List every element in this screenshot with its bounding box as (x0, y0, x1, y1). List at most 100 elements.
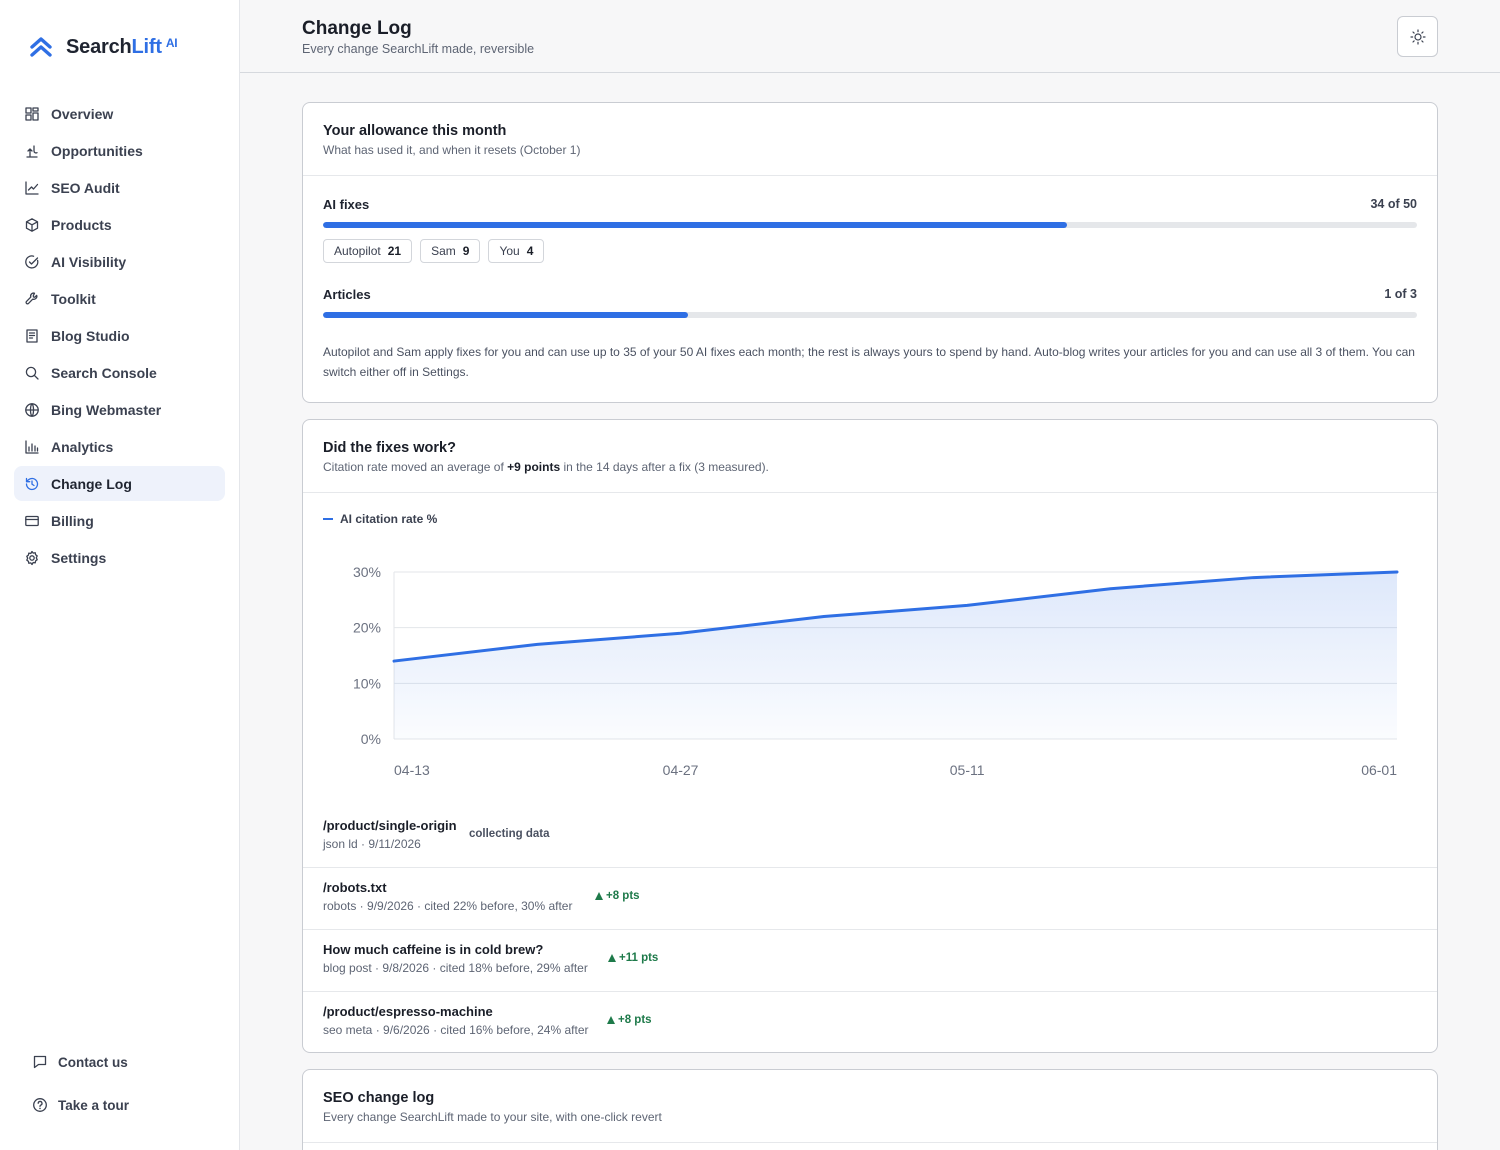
sidebar: SearchLift AI Overview Opportunities SEO Au… (0, 0, 240, 1150)
up-arrow-icon (607, 1016, 615, 1024)
bar-chart-icon (25, 439, 39, 454)
fix-target: /robots.txt (323, 880, 387, 895)
page-header: Change Log Every change SearchLift made,… (240, 0, 1500, 73)
fixes-card-header: Did the fixes work? Citation rate moved … (303, 420, 1437, 493)
badge-text: +11 pts (619, 952, 659, 964)
fixes-subtitle: Citation rate moved an average of +9 poi… (323, 460, 769, 474)
fix-result-row[interactable]: /product/espresso-machine seo meta · 9/6… (303, 992, 1437, 1052)
legend-label: AI citation rate % (340, 512, 438, 526)
sidebar-item-label: Toolkit (51, 290, 96, 307)
sidebar-item-products[interactable]: Products (14, 207, 225, 242)
sidebar-item-seo-audit[interactable]: SEO Audit (14, 170, 225, 205)
y-tick-label: 10% (353, 675, 381, 691)
ai-fixes-progress-fill (323, 222, 1067, 228)
allowance-note: Autopilot and Sam apply fixes for you an… (323, 345, 1415, 379)
chart-legend[interactable]: AI citation rate % (323, 512, 437, 526)
fix-result-row[interactable]: /robots.txt robots · 9/9/2026 · cited 22… (303, 868, 1437, 930)
sidebar-item-label: Change Log (51, 475, 132, 492)
fix-delta-badge: +8 pts (595, 890, 640, 902)
page-subtitle: Every change SearchLift made, reversible (302, 42, 535, 56)
sidebar-item-label: AI Visibility (51, 253, 127, 270)
badge-text: +8 pts (618, 1014, 652, 1026)
articles-progress (323, 312, 1417, 318)
x-tick-label: 04-27 (663, 762, 699, 778)
fix-results-list: /product/single-origin json ld · 9/11/20… (303, 806, 1437, 1052)
fix-result-row[interactable]: /product/single-origin json ld · 9/11/20… (303, 806, 1437, 868)
opportunities-icon (26, 144, 38, 158)
fix-delta-badge: +11 pts (608, 952, 658, 964)
seo-log-header: SEO change log Every change SearchLift m… (303, 1070, 1437, 1143)
sidebar-item-label: Products (51, 216, 112, 233)
y-tick-label: 30% (353, 564, 381, 580)
fix-result-row[interactable]: How much caffeine is in cold brew? blog … (303, 930, 1437, 992)
breakdown-chip-sam: Sam 9 (420, 239, 481, 263)
fix-delta-badge: +8 pts (607, 1014, 652, 1026)
sidebar-item-analytics[interactable]: Analytics (14, 429, 225, 464)
card-icon (25, 515, 39, 526)
sidebar-item-label: Search Console (51, 364, 157, 381)
history-icon (25, 477, 39, 490)
x-tick-label: 05-11 (950, 762, 985, 778)
sidebar-item-label: Overview (51, 105, 114, 122)
seo-log-subtitle: Every change SearchLift made to your sit… (323, 1110, 662, 1124)
fix-meta: blog post · 9/8/2026 · cited 18% before,… (323, 961, 588, 975)
sun-icon (1409, 28, 1426, 45)
sidebar-item-opportunities[interactable]: Opportunities (14, 133, 225, 168)
line-chart-icon (25, 180, 39, 195)
sidebar-item-bing-webmaster[interactable]: Bing Webmaster (14, 392, 225, 427)
sidebar-item-settings[interactable]: Settings (14, 540, 225, 575)
take-a-tour-link[interactable]: Take a tour (32, 1093, 129, 1117)
ai-fixes-value: 34 of 50 (1370, 197, 1417, 211)
chip-count: 4 (526, 244, 534, 258)
up-arrow-icon (595, 892, 603, 900)
citation-rate-chart: 0% 10% 20% 30% 04-13 04-27 05-11 06-01 (353, 564, 1399, 778)
page-title: Change Log (302, 18, 412, 39)
x-tick-label: 04-13 (394, 762, 430, 778)
ai-fixes-row: AI fixes 34 of 50 (323, 197, 1417, 212)
sidebar-item-label: Opportunities (51, 142, 143, 159)
document-icon (26, 328, 38, 343)
brand-name: SearchLift AI (66, 35, 178, 58)
sidebar-item-blog-studio[interactable]: Blog Studio (14, 318, 225, 353)
sidebar-nav: Overview Opportunities SEO Audit Products AI… (14, 96, 225, 577)
theme-toggle-button[interactable] (1397, 16, 1438, 57)
sidebar-item-label: Billing (51, 512, 94, 529)
sidebar-item-search-console[interactable]: Search Console (14, 355, 225, 390)
sidebar-item-billing[interactable]: Billing (14, 503, 225, 538)
sidebar-item-ai-visibility[interactable]: AI Visibility (14, 244, 225, 279)
series-area (394, 572, 1397, 739)
breakdown-chip-you: You 4 (488, 239, 545, 263)
sidebar-item-change-log[interactable]: Change Log (14, 466, 225, 501)
allowance-card: Your allowance this month What has used … (302, 102, 1438, 403)
box-icon (25, 217, 39, 232)
chip-count: 9 (462, 244, 470, 258)
sidebar-item-overview[interactable]: Overview (14, 96, 225, 131)
chat-icon (33, 1055, 47, 1069)
sidebar-item-label: Analytics (51, 438, 114, 455)
allowance-subtitle: What has used it, and when it resets (Oc… (323, 143, 581, 157)
brand-logo[interactable]: SearchLift AI (28, 34, 178, 60)
chip-label: Autopilot (334, 244, 381, 258)
fix-status-badge: collecting data (469, 828, 550, 840)
articles-value: 1 of 3 (1384, 287, 1417, 301)
legend-swatch (323, 518, 333, 520)
articles-label: Articles (323, 287, 371, 302)
ai-fixes-progress (323, 222, 1417, 228)
fix-meta: seo meta · 9/6/2026 · cited 16% before, … (323, 1023, 589, 1037)
contact-us-link[interactable]: Contact us (32, 1050, 129, 1074)
fix-target: /product/espresso-machine (323, 1004, 493, 1019)
help-icon (33, 1098, 47, 1112)
y-tick-label: 20% (353, 620, 381, 636)
globe-icon (25, 402, 39, 417)
contact-us-label: Contact us (58, 1054, 128, 1070)
chip-label: You (499, 244, 520, 258)
ai-fixes-breakdown: Autopilot 21 Sam 9 You 4 (323, 239, 545, 263)
sidebar-item-toolkit[interactable]: Toolkit (14, 281, 225, 316)
fixes-impact-card: Did the fixes work? Citation rate moved … (302, 419, 1438, 1053)
y-tick-label: 0% (361, 731, 381, 747)
sidebar-item-label: Settings (51, 549, 107, 566)
seo-change-log-card: SEO change log Every change SearchLift m… (302, 1069, 1438, 1150)
gear-icon (26, 550, 38, 565)
chip-count: 21 (387, 244, 402, 258)
grid-icon (25, 106, 39, 121)
